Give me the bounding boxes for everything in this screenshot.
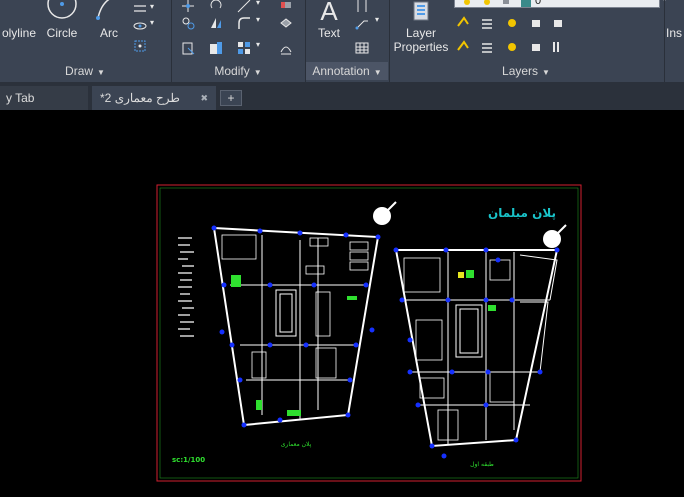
plus-icon: +: [227, 91, 235, 105]
rotate-icon[interactable]: [208, 0, 224, 14]
floor-plan-right[interactable]: [393, 247, 560, 459]
furniture-plan-title: پلان مبلمان: [488, 206, 556, 220]
tab-start[interactable]: y Tab: [0, 86, 88, 110]
gradient-icon[interactable]: [132, 18, 148, 34]
ribbon: olyline Circle Arc ▾ ▾ Draw ▼ ▾ ▾ ▾ Modif…: [0, 0, 684, 82]
annotation-panel-title[interactable]: Annotation ▼: [306, 62, 388, 80]
layer-current-name: 0: [535, 0, 542, 7]
drawing-canvas[interactable]: پلان مبلمان sc:1/100 پلان معماری طبقه او…: [0, 110, 684, 497]
tab-drawing[interactable]: طرح معماری 2* ✖: [92, 86, 216, 110]
layer-tools-row-2[interactable]: [456, 38, 596, 56]
text-a-icon: A: [320, 0, 338, 26]
close-icon[interactable]: ✖: [200, 86, 208, 110]
boundary-icon[interactable]: [132, 38, 148, 54]
draw-panel-label: Draw: [65, 64, 94, 78]
circle-label: Circle: [46, 26, 78, 40]
layers-panel-title[interactable]: Layers ▼: [390, 62, 662, 80]
move-icon[interactable]: [180, 0, 196, 14]
circle-icon: [47, 0, 77, 19]
stretch-icon[interactable]: [180, 40, 196, 56]
north-arrow-icon: [543, 224, 567, 248]
dimension-icon[interactable]: [354, 0, 370, 14]
fillet-icon[interactable]: [236, 15, 252, 31]
scale-icon[interactable]: [208, 40, 224, 56]
caption-right: طبقه اول: [470, 461, 494, 468]
trim-icon[interactable]: [236, 0, 252, 14]
cad-drawing[interactable]: پلان مبلمان sc:1/100 پلان معماری طبقه او…: [0, 110, 684, 497]
chevron-down-icon: ▼: [373, 68, 382, 77]
text-button[interactable]: A Text: [308, 0, 350, 60]
offset-icon[interactable]: [278, 40, 294, 56]
array-dropdown[interactable]: ▾: [256, 40, 260, 49]
leader-icon[interactable]: [354, 15, 370, 31]
modify-panel-label: Modify: [214, 64, 250, 78]
copy-icon[interactable]: [180, 15, 196, 31]
trim-dropdown[interactable]: ▾: [256, 0, 260, 7]
circle-button[interactable]: Circle: [40, 0, 84, 60]
chevron-down-icon: ▼: [97, 68, 105, 77]
draw-dropdown-small[interactable]: ▾: [150, 18, 154, 27]
layer-status-icons: [464, 0, 531, 7]
insert-label: Ins: [666, 26, 683, 40]
layer-properties-button[interactable]: Layer Properties: [390, 0, 452, 60]
polyline-label: olyline: [1, 26, 36, 40]
array-icon[interactable]: [236, 40, 252, 56]
table-icon[interactable]: [354, 40, 370, 56]
caption-left: پلان معماری: [281, 441, 312, 448]
erase-icon[interactable]: [278, 0, 294, 14]
text-label: Text: [317, 26, 340, 40]
chevron-down-icon: ▼: [542, 68, 550, 77]
new-tab-button[interactable]: +: [220, 90, 242, 106]
leader-dropdown[interactable]: ▾: [375, 15, 379, 24]
hatch-icon[interactable]: [132, 2, 148, 18]
draw-dropdown-small-2[interactable]: ▾: [150, 2, 154, 11]
draw-panel-title[interactable]: Draw ▼: [0, 62, 170, 80]
layer-dropdown[interactable]: 0: [454, 0, 660, 8]
arc-button[interactable]: Arc: [92, 0, 126, 60]
layer-tools-row-1[interactable]: [456, 14, 596, 32]
panel-separator: [664, 0, 665, 82]
chevron-down-icon: ▼: [253, 68, 262, 77]
arc-label: Arc: [100, 26, 118, 40]
legend-list: [178, 237, 194, 337]
tab-start-label: y Tab: [6, 91, 35, 105]
annotation-panel-label: Annotation: [312, 64, 370, 78]
modify-panel-title[interactable]: Modify ▼: [172, 62, 304, 80]
mirror-icon[interactable]: [208, 15, 224, 31]
polyline-button[interactable]: olyline: [0, 0, 36, 60]
north-arrow-icon: [373, 201, 397, 225]
scale-label: sc:1/100: [172, 456, 205, 464]
explode-icon[interactable]: [278, 15, 294, 31]
layer-properties-icon: [413, 1, 429, 21]
insert-button[interactable]: Ins: [666, 26, 684, 40]
fillet-dropdown[interactable]: ▾: [256, 15, 260, 24]
file-tab-bar: y Tab طرح معماری 2* ✖ +: [0, 82, 684, 110]
layer-properties-label: Layer Properties: [393, 26, 449, 54]
arc-icon: [96, 0, 110, 20]
layers-panel-label: Layers: [502, 64, 539, 78]
floor-plan-left[interactable]: [211, 225, 381, 428]
tab-drawing-label: طرح معماری 2*: [100, 91, 180, 105]
